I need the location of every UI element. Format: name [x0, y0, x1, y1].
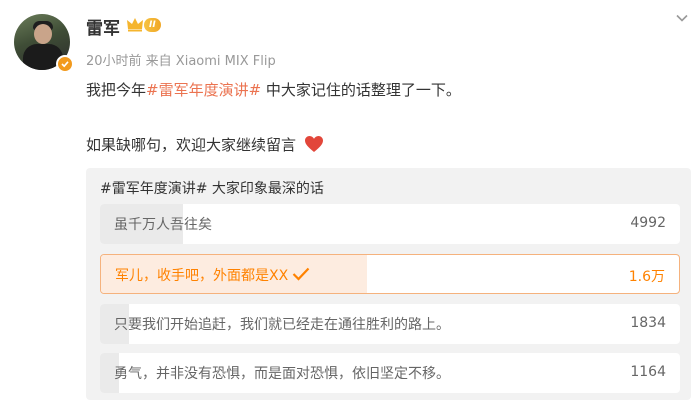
post-text-suffix: 中大家记住的话整理了一下。 — [261, 81, 461, 99]
poll-option-count: 1164 — [630, 364, 666, 380]
post-text-line2-content: 如果缺哪句，欢迎大家继续留言 — [86, 136, 297, 154]
check-icon — [292, 267, 310, 281]
poll-option-2[interactable]: 军儿，收手吧，外面都是XX 1.6万 — [100, 254, 680, 294]
poll-option-label: 只要我们开始追赶，我们就已经走在通往胜利的路上。 — [114, 317, 450, 333]
poll-card: #雷军年度演讲# 大家印象最深的话 虽千万人吾往矣 4992 军儿，收手吧，外面… — [86, 168, 691, 400]
post-meta: 20小时前 来自 Xiaomi MIX Flip — [86, 54, 276, 69]
poll-option-1[interactable]: 虽千万人吾往矣 4992 — [100, 204, 680, 244]
heart-icon — [304, 136, 323, 152]
poll-option-label: 虽千万人吾往矣 — [114, 217, 212, 233]
crown-icon — [127, 18, 143, 32]
username[interactable]: 雷军 — [86, 14, 120, 39]
post-text-prefix: 我把今年 — [86, 81, 147, 99]
poll-option-label-text: 军儿，收手吧，外面都是XX — [115, 268, 289, 284]
poll-option-count: 1834 — [630, 315, 666, 331]
poll-option-3[interactable]: 只要我们开始追赶，我们就已经走在通往胜利的路上。 1834 — [100, 304, 680, 344]
poll-option-label: 勇气，并非没有恐惧，而是面对恐惧，依旧坚定不移。 — [114, 366, 450, 382]
verified-badge-icon — [56, 55, 74, 73]
hashtag-link[interactable]: #雷军年度演讲# — [146, 81, 261, 99]
level-badge: II — [144, 18, 161, 32]
poll-option-4[interactable]: 勇气，并非没有恐惧，而是面对恐惧，依旧坚定不移。 1164 — [100, 353, 680, 393]
poll-option-count: 4992 — [630, 215, 666, 231]
chevron-down-icon[interactable] — [674, 10, 690, 26]
poll-option-label: 军儿，收手吧，外面都是XX — [115, 265, 310, 285]
post-text-line1: 我把今年#雷军年度演讲# 中大家记住的话整理了一下。 — [86, 79, 461, 100]
post-text-line2: 如果缺哪句，欢迎大家继续留言 — [86, 134, 324, 155]
poll-title: #雷军年度演讲# 大家印象最深的话 — [100, 181, 324, 197]
poll-option-count: 1.6万 — [628, 269, 665, 285]
